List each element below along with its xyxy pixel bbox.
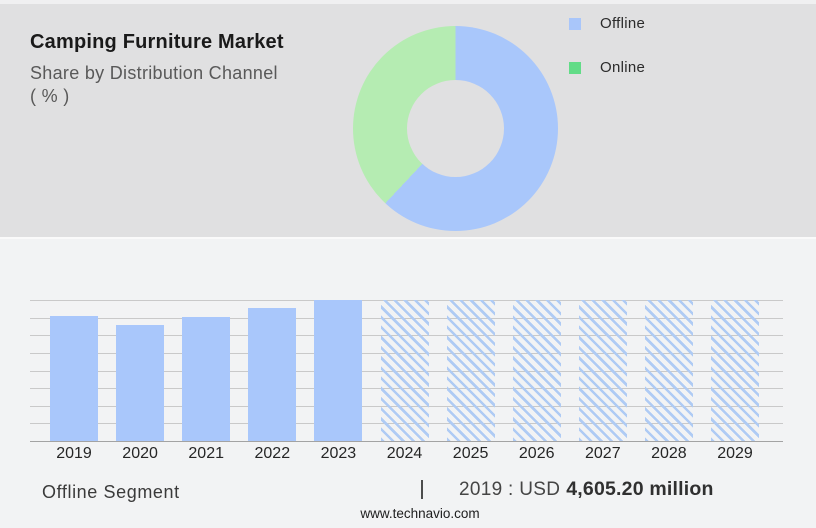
- separator-pipe: [421, 480, 423, 499]
- donut-hole: [407, 80, 504, 177]
- x-tick-2027: 2027: [585, 445, 621, 462]
- title-block: Camping Furniture Market Share by Distri…: [30, 31, 284, 108]
- x-tick-2021: 2021: [188, 445, 224, 462]
- x-tick-2019: 2019: [56, 445, 92, 462]
- value-bold: 4,605.20 million: [566, 478, 714, 500]
- bar-2020: [116, 325, 165, 441]
- legend-label-online: Online: [600, 59, 646, 76]
- x-tick-2029: 2029: [717, 445, 753, 462]
- x-tick-2022: 2022: [254, 445, 291, 462]
- bar-2029: [711, 300, 759, 441]
- bar-2019: [50, 316, 98, 441]
- value-prefix: 2019 : USD: [459, 479, 561, 500]
- section-divider: [0, 237, 816, 239]
- website-url: www.technavio.com: [360, 506, 480, 521]
- bar-2026: [512, 300, 561, 441]
- header-section: Camping Furniture Market Share by Distri…: [0, 0, 816, 237]
- bar-2025: [446, 300, 495, 441]
- x-tick-2023: 2023: [320, 445, 357, 462]
- value-annotation: 2019 : USD 4,605.20 million: [421, 478, 714, 501]
- x-tick-2020: 2020: [122, 445, 158, 462]
- x-axis-line: [30, 441, 783, 442]
- page-title: Camping Furniture Market: [30, 31, 284, 53]
- online-swatch-icon: [569, 61, 581, 74]
- bar-2028: [644, 300, 693, 441]
- legend: Offline Online: [569, 15, 645, 76]
- x-tick-2028: 2028: [651, 445, 687, 462]
- bar-2027: [578, 300, 627, 441]
- chart-unit-label: ( % ): [30, 86, 70, 106]
- x-tick-2026: 2026: [518, 445, 555, 462]
- offline-swatch-icon: [569, 17, 581, 30]
- bar-2021: [182, 317, 231, 441]
- legend-item-online: Online: [569, 59, 645, 76]
- top-edge-strip: [0, 0, 816, 4]
- x-tick-2025: 2025: [452, 445, 489, 462]
- bar-2024: [380, 300, 429, 441]
- donut-chart: [353, 26, 558, 231]
- x-tick-2024: 2024: [386, 445, 423, 462]
- bar-2023: [314, 300, 363, 441]
- legend-item-offline: Offline: [569, 15, 645, 32]
- bar-chart-plot: [30, 300, 783, 442]
- chart-subtitle: Share by Distribution Channel: [30, 63, 278, 83]
- bar-chart-section: 2019 2020 2021 2022 2023 2024 2025 2026 2027 2028…: [0, 237, 816, 528]
- legend-label-offline: Offline: [600, 15, 646, 32]
- bar-2022: [248, 308, 297, 441]
- segment-label: Offline Segment: [42, 482, 180, 502]
- x-axis-labels: 2019 2020 2021 2022 2023 2024 2025 2026 2027 2028…: [30, 445, 783, 467]
- infographic-root: Camping Furniture Market Share by Distri…: [0, 0, 816, 528]
